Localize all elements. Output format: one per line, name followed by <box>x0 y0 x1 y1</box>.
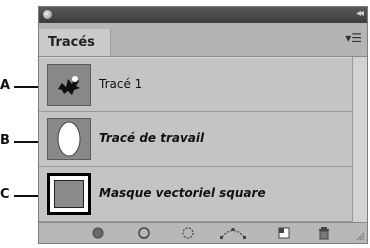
path-row-work-path[interactable]: Tracé de travail <box>39 112 354 167</box>
vector-mask-thumbnail <box>47 173 91 215</box>
callout-a: A <box>0 78 11 93</box>
close-panel-icon[interactable] <box>43 10 52 19</box>
path-shape-thumbnail <box>47 64 91 106</box>
path-row-trace-1[interactable]: Tracé 1 <box>39 57 354 112</box>
callout-b: B <box>0 133 10 148</box>
collapse-panel-icon[interactable]: ◂◂ <box>356 8 364 19</box>
paths-panel: ◂◂ Tracés ▾☰ Tracé 1 Tracé de travail Ma… <box>38 6 368 244</box>
load-as-selection-icon[interactable] <box>181 226 195 240</box>
callout-c: C <box>0 187 10 202</box>
stroke-path-icon[interactable] <box>137 226 151 240</box>
panel-menu-icon[interactable]: ▾☰ <box>345 31 362 45</box>
tab-paths[interactable]: Tracés <box>39 29 111 56</box>
vertical-scrollbar[interactable] <box>352 57 367 224</box>
path-row-label: Tracé de travail <box>99 131 205 145</box>
fill-path-icon[interactable] <box>91 226 105 240</box>
resize-grip-icon[interactable] <box>355 231 365 241</box>
make-work-path-icon[interactable] <box>219 226 247 240</box>
mask-square-shape <box>54 180 84 208</box>
panel-tabbar: Tracés ▾☰ <box>39 23 367 57</box>
delete-path-icon[interactable] <box>317 226 331 240</box>
path-row-vector-mask[interactable]: Masque vectoriel square <box>39 167 354 222</box>
path-row-label: Tracé 1 <box>99 77 143 91</box>
panel-bottom-toolbar <box>39 222 367 243</box>
panel-titlebar: ◂◂ <box>39 7 367 23</box>
new-path-icon[interactable] <box>277 226 291 240</box>
work-path-thumbnail <box>47 118 91 160</box>
path-row-label: Masque vectoriel square <box>99 186 266 200</box>
path-list: Tracé 1 Tracé de travail Masque vectorie… <box>39 57 354 222</box>
